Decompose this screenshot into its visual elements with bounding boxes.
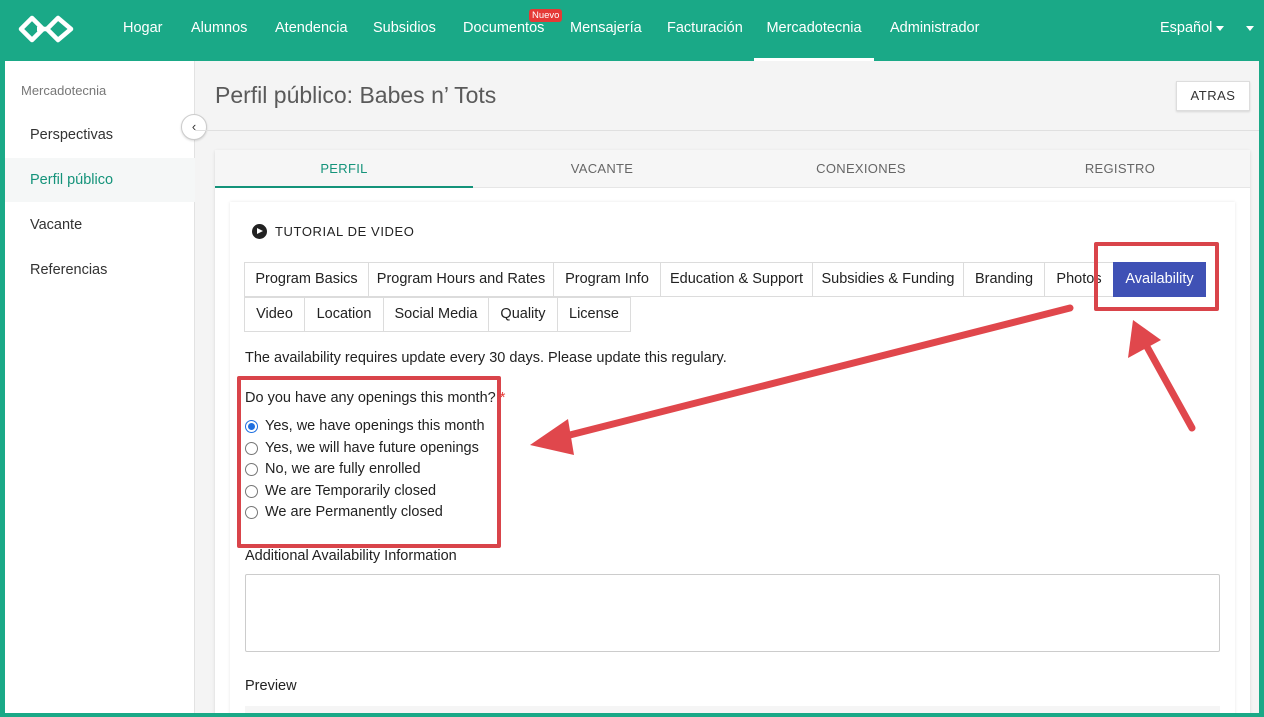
nav-item-mercadotecnia[interactable]: Mercadotecnia [754, 0, 874, 61]
nav-item-administrador[interactable]: Administrador [890, 0, 979, 61]
subtab-video[interactable]: Video [244, 297, 305, 332]
nav-item-atendencia[interactable]: Atendencia [275, 0, 348, 61]
sidebar-item-perspectivas[interactable]: Perspectivas [5, 113, 195, 157]
user-menu-chevron-icon[interactable] [1246, 26, 1254, 31]
subtab-education-support[interactable]: Education & Support [660, 262, 813, 297]
tab-conexiones[interactable]: CONEXIONES [732, 150, 990, 188]
sidebar-item-referencias[interactable]: Referencias [5, 248, 195, 292]
nav-item-subsidios[interactable]: Subsidios [373, 0, 436, 61]
sidebar: Mercadotecnia Perspectivas Perfil públic… [5, 61, 195, 713]
tab-vacante[interactable]: VACANTE [473, 150, 731, 188]
subtab-social-media[interactable]: Social Media [383, 297, 489, 332]
question-highlight-box [237, 376, 501, 548]
subtab-program-hours-rates[interactable]: Program Hours and Rates [368, 262, 554, 297]
chevron-down-icon [1216, 25, 1225, 31]
additional-info-textarea[interactable] [245, 574, 1220, 652]
chevron-left-icon: ‹ [191, 119, 197, 134]
subtab-quality[interactable]: Quality [488, 297, 558, 332]
subtab-license[interactable]: License [557, 297, 631, 332]
availability-note: The availability requires update every 3… [245, 350, 727, 366]
nav-item-alumnos[interactable]: Alumnos [191, 0, 247, 61]
video-tutorial-label: TUTORIAL DE VIDEO [275, 224, 415, 239]
page-title: Perfil público: Babes n’ Tots [215, 82, 497, 108]
nav-item-hogar[interactable]: Hogar [123, 0, 163, 61]
top-navbar: Hogar Alumnos Atendencia Subsidios Docum… [5, 0, 1259, 61]
collapse-sidebar-button[interactable]: ‹ [181, 114, 207, 140]
app-window: Hogar Alumnos Atendencia Subsidios Docum… [5, 0, 1259, 713]
language-label: Español [1160, 20, 1213, 36]
subtab-program-basics[interactable]: Program Basics [244, 262, 369, 297]
subtab-program-info[interactable]: Program Info [553, 262, 661, 297]
tab-registro[interactable]: REGISTRO [991, 150, 1249, 188]
sidebar-item-vacante[interactable]: Vacante [5, 203, 195, 247]
play-icon [252, 224, 267, 239]
header-divider [195, 130, 1259, 131]
subtab-subsidies-funding[interactable]: Subsidies & Funding [812, 262, 964, 297]
subtab-branding[interactable]: Branding [963, 262, 1045, 297]
language-selector[interactable]: Español [1160, 0, 1225, 56]
subtab-location[interactable]: Location [304, 297, 384, 332]
preview-label: Preview [245, 678, 297, 694]
profile-tabs: PERFIL VACANTE CONEXIONES REGISTRO [215, 150, 1250, 188]
sidebar-item-perfil-publico[interactable]: Perfil público [5, 158, 195, 202]
tab-perfil[interactable]: PERFIL [215, 150, 473, 188]
nav-item-facturacion[interactable]: Facturación [667, 0, 743, 61]
new-badge: Nuevo [529, 9, 563, 22]
preview-box [245, 706, 1220, 713]
back-button[interactable]: ATRAS [1176, 81, 1250, 111]
nav-item-mensajeria[interactable]: Mensajería [570, 0, 642, 61]
additional-info-label: Additional Availability Information [245, 548, 457, 564]
logo-icon[interactable] [17, 14, 79, 44]
video-tutorial-link[interactable]: TUTORIAL DE VIDEO [252, 224, 415, 239]
availability-highlight-box [1094, 242, 1219, 311]
sidebar-heading: Mercadotecnia [21, 83, 107, 98]
